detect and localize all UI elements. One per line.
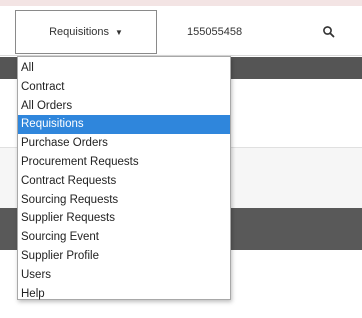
dropdown-option-requisitions[interactable]: Requisitions	[18, 115, 230, 135]
search-bar: Requisitions ▼ 155055458	[0, 10, 362, 56]
dropdown-option-contract[interactable]: Contract	[18, 78, 230, 97]
dropdown-option-all-orders[interactable]: All Orders	[18, 97, 230, 116]
search-input[interactable]: 155055458	[187, 26, 242, 38]
dropdown-option-users[interactable]: Users	[18, 266, 230, 285]
dropdown-option-sourcing-requests[interactable]: Sourcing Requests	[18, 191, 230, 210]
search-scope-select[interactable]: Requisitions ▼	[15, 10, 157, 54]
search-icon[interactable]	[322, 25, 336, 39]
dropdown-option-supplier-profile[interactable]: Supplier Profile	[18, 247, 230, 266]
dropdown-option-help[interactable]: Help	[18, 285, 230, 304]
dropdown-option-procurement-requests[interactable]: Procurement Requests	[18, 153, 230, 172]
app-viewport: Requisitions ▼ 155055458 All Contract Al…	[0, 0, 362, 318]
dropdown-option-purchase-orders[interactable]: Purchase Orders	[18, 134, 230, 153]
dropdown-option-sourcing-event[interactable]: Sourcing Event	[18, 228, 230, 247]
top-strip	[0, 0, 362, 6]
dropdown-option-supplier-requests[interactable]: Supplier Requests	[18, 209, 230, 228]
dropdown-option-all[interactable]: All	[18, 59, 230, 78]
search-scope-label: Requisitions	[49, 26, 109, 38]
caret-down-icon: ▼	[115, 27, 123, 37]
dropdown-option-contract-requests[interactable]: Contract Requests	[18, 172, 230, 191]
search-scope-dropdown: All Contract All Orders Requisitions Pur…	[17, 56, 231, 300]
